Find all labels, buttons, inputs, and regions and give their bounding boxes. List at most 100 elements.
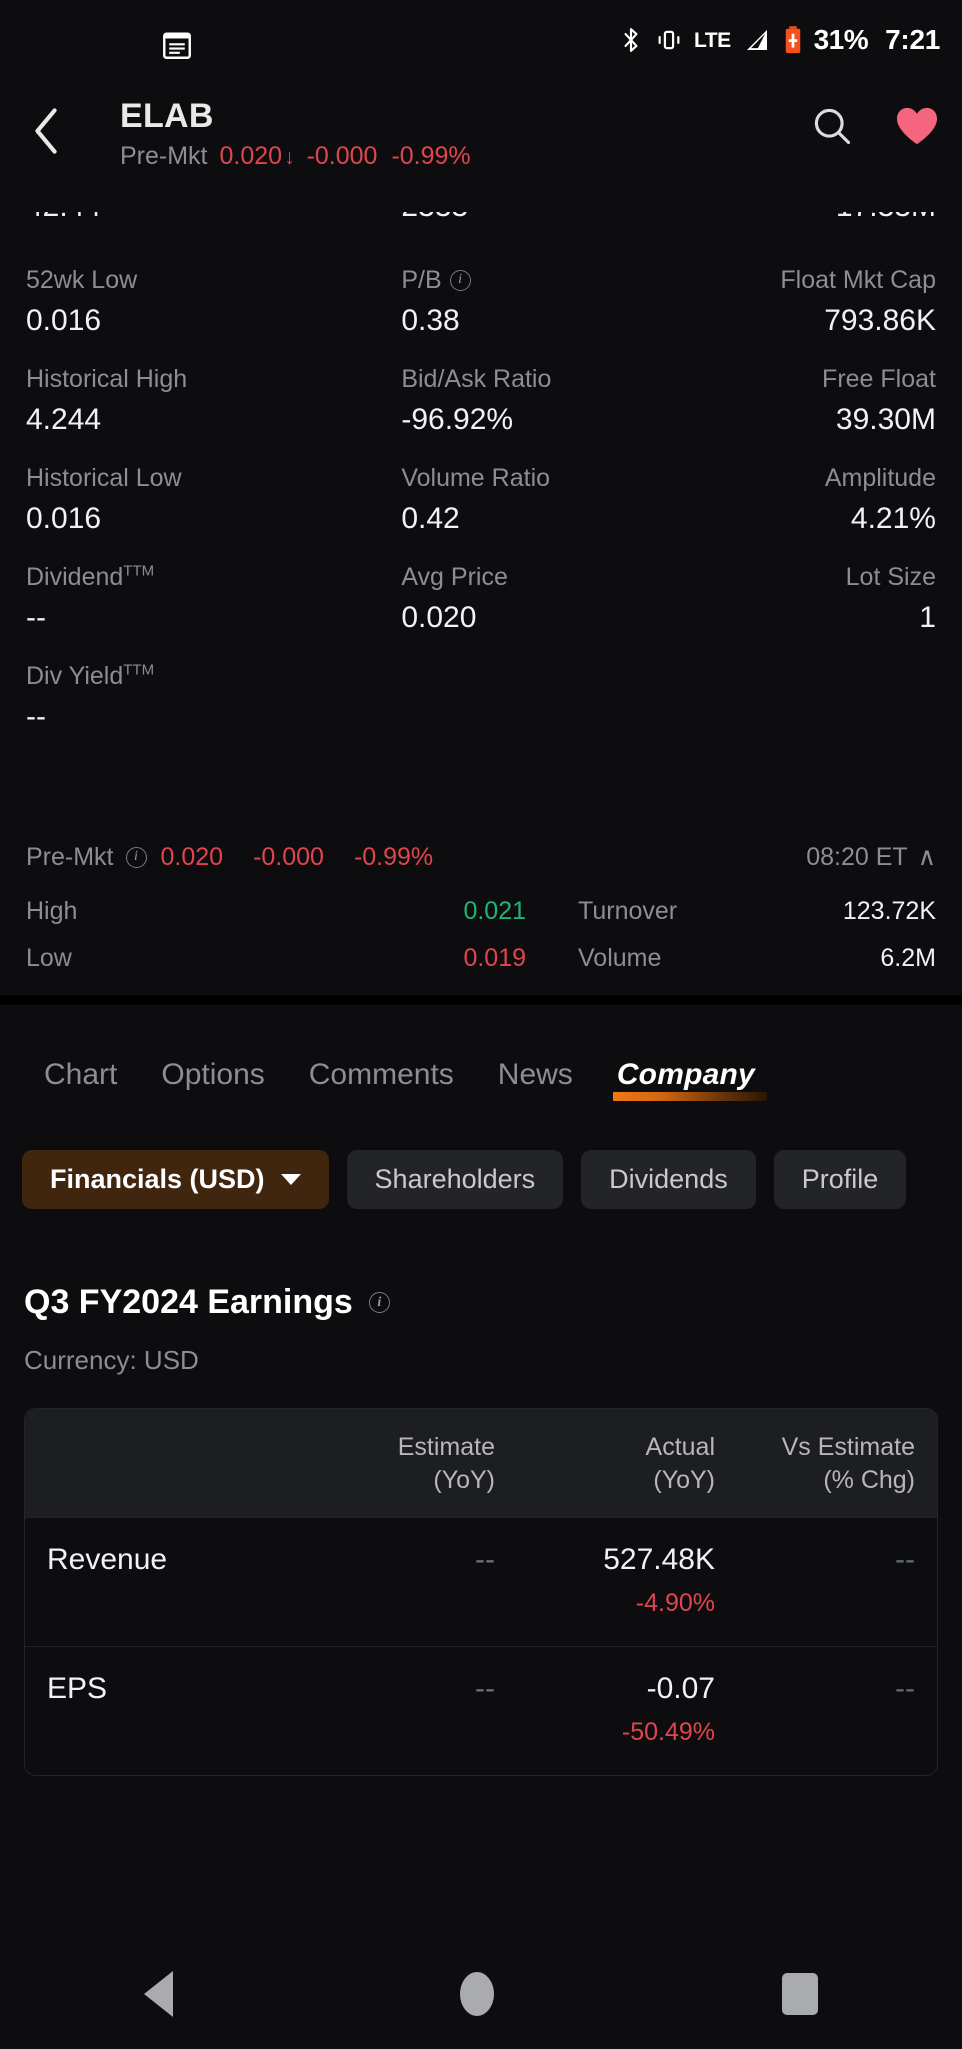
chip-profile[interactable]: Profile [773, 1149, 907, 1209]
ticker-block[interactable]: ELAB Pre-Mkt 0.020 ↓ -0.000 -0.99% [120, 96, 471, 174]
earnings-currency-note: Currency: USD [24, 1345, 199, 1375]
stat-cell-historical-high: Historical High 4.244 [26, 363, 293, 440]
table-row: Revenue -- 527.48K -4.90% -- [25, 1517, 937, 1646]
back-arrow-icon[interactable] [24, 106, 68, 156]
tab-comments[interactable]: Comments [287, 1051, 476, 1099]
down-arrow-icon: ↓ [284, 146, 295, 169]
stat-cell-bid-ask-ratio: Bid/Ask Ratio -96.92% [293, 363, 668, 440]
stat-row: Div YieldTTM -- [26, 660, 936, 737]
info-icon[interactable]: i [368, 1292, 390, 1313]
stat-value: 39.30M [835, 403, 936, 436]
stat-value: 1 [919, 601, 936, 634]
row-estimate: -- [475, 1672, 495, 1705]
stat-cell-avg-price: Avg Price 0.020 [293, 561, 668, 638]
row-vs-estimate: -- [895, 1543, 915, 1576]
chip-label: Financials (USD) [50, 1163, 265, 1194]
tab-news[interactable]: News [476, 1051, 595, 1099]
stat-value: -- [26, 601, 46, 634]
chip-financials[interactable]: Financials (USD) [22, 1149, 329, 1209]
chevron-up-icon: ∧ [917, 843, 936, 871]
header-metric-blank [47, 1431, 275, 1497]
premarket-low-label: Low [26, 944, 72, 972]
row-metric-name: Revenue [47, 1543, 168, 1576]
stat-row: 52wk Low 0.016 P/B i 0.38 Float Mkt Cap … [26, 264, 936, 341]
premarket-panel-label: Pre-Mkt [26, 843, 114, 871]
recents-button-icon[interactable] [782, 1973, 819, 2015]
chip-label: Shareholders [374, 1163, 536, 1194]
stat-label: Float Mkt Cap [780, 266, 936, 294]
stat-value: 0.42 [401, 502, 460, 535]
stat-label: Amplitude [824, 464, 936, 492]
stat-value: -96.92% [401, 403, 514, 436]
header-estimate: Estimate (YoY) [397, 1433, 495, 1494]
premarket-panel-change: -0.000 [253, 843, 324, 871]
chip-shareholders[interactable]: Shareholders [346, 1149, 564, 1209]
row-actual-yoy: -4.90% [635, 1589, 715, 1617]
stat-cell-dividend-ttm: DividendTTM -- [26, 561, 293, 638]
stat-cell-amplitude: Amplitude 4.21% [669, 462, 936, 539]
stat-label: 52wk Low [26, 266, 138, 294]
premarket-timestamp: 08:20 ET [806, 843, 908, 871]
stat-cell-volume-ratio: Volume Ratio 0.42 [293, 462, 668, 539]
earnings-table-header: Estimate (YoY) Actual (YoY) Vs Estimate … [25, 1409, 937, 1517]
chevron-down-icon [280, 1173, 301, 1185]
stat-value: 4.21% [850, 502, 936, 535]
stat-cell-float-mkt-cap: Float Mkt Cap 793.86K [669, 264, 936, 341]
battery-icon [783, 25, 803, 55]
premarket-high-value: 0.021 [463, 897, 526, 925]
tab-chart[interactable]: Chart [22, 1051, 139, 1099]
stat-label: Avg Price [401, 563, 508, 591]
android-navigation-bar [0, 1939, 962, 2049]
premarket-volume-value: 6.2M [880, 944, 936, 972]
search-icon[interactable] [810, 104, 854, 153]
stat-cell-historical-low: Historical Low 0.016 [26, 462, 293, 539]
header-actions [810, 104, 940, 153]
row-actual-cell: -0.07 -50.49% [495, 1669, 715, 1749]
bluetooth-icon [618, 25, 644, 55]
stat-label: Free Float [822, 365, 936, 393]
key-statistics-grid: 42.44 2333 17.33M 52wk Low 0.016 P/B i 0… [0, 212, 962, 737]
section-divider [0, 995, 962, 1005]
stat-row: Historical High 4.244 Bid/Ask Ratio -96.… [26, 363, 936, 440]
premarket-low-value: 0.019 [463, 944, 526, 972]
row-actual-cell: 527.48K -4.90% [495, 1540, 715, 1620]
company-subsection-chips: Financials (USD) Shareholders Dividends … [0, 1148, 962, 1210]
header-premarket-quote: Pre-Mkt 0.020 ↓ -0.000 -0.99% [120, 140, 471, 174]
chip-dividends[interactable]: Dividends [581, 1149, 756, 1209]
home-button-icon[interactable] [460, 1972, 495, 2016]
premarket-volume-label: Volume [578, 944, 662, 972]
stat-cell-52wk-low: 52wk Low 0.016 [26, 264, 293, 341]
tab-options[interactable]: Options [139, 1051, 286, 1099]
tab-company[interactable]: Company [595, 1051, 777, 1101]
clipped-value-3: 17.33M [669, 212, 936, 223]
premarket-timestamp-toggle[interactable]: 08:20 ET ∧ [806, 840, 936, 874]
clipped-value-1: 42.44 [26, 212, 293, 223]
calendar-icon [160, 28, 194, 67]
premarket-change: -0.000 [306, 142, 378, 170]
stat-value: 0.38 [401, 304, 460, 337]
back-button-icon[interactable] [143, 1971, 173, 2017]
stat-label: Bid/Ask Ratio [401, 365, 552, 393]
section-tabs: Chart Options Comments News Company [0, 1035, 962, 1115]
vibrate-icon [655, 26, 683, 54]
stat-cell-lot-size: Lot Size 1 [669, 561, 936, 638]
earnings-heading: Q3 FY2024 Earnings i [24, 1283, 390, 1322]
row-actual-value: -0.07 [646, 1672, 715, 1705]
stat-label: DividendTTM [26, 562, 155, 591]
table-row: EPS -- -0.07 -50.49% -- [25, 1646, 937, 1775]
info-icon[interactable]: i [125, 846, 147, 868]
header-actual: Actual (YoY) [645, 1433, 715, 1494]
stat-label: Historical High [26, 365, 188, 393]
stat-cell-empty [669, 660, 936, 737]
clipped-value-2: 2333 [293, 212, 668, 223]
info-icon[interactable]: i [449, 269, 471, 291]
favorite-heart-icon[interactable] [894, 105, 940, 152]
stat-value: -- [26, 700, 46, 733]
premarket-summary-row: Pre-Mkt i 0.020 -0.000 -0.99% 08:20 ET ∧ [26, 840, 936, 874]
earnings-title-text: Q3 FY2024 Earnings [24, 1283, 353, 1321]
app-header: ELAB Pre-Mkt 0.020 ↓ -0.000 -0.99% [0, 96, 962, 186]
stat-label: Div YieldTTM [26, 661, 155, 690]
network-type-label: LTE [694, 28, 731, 52]
premarket-panel: Pre-Mkt i 0.020 -0.000 -0.99% 08:20 ET ∧… [0, 840, 962, 982]
premarket-panel-change-pct: -0.99% [353, 843, 434, 871]
